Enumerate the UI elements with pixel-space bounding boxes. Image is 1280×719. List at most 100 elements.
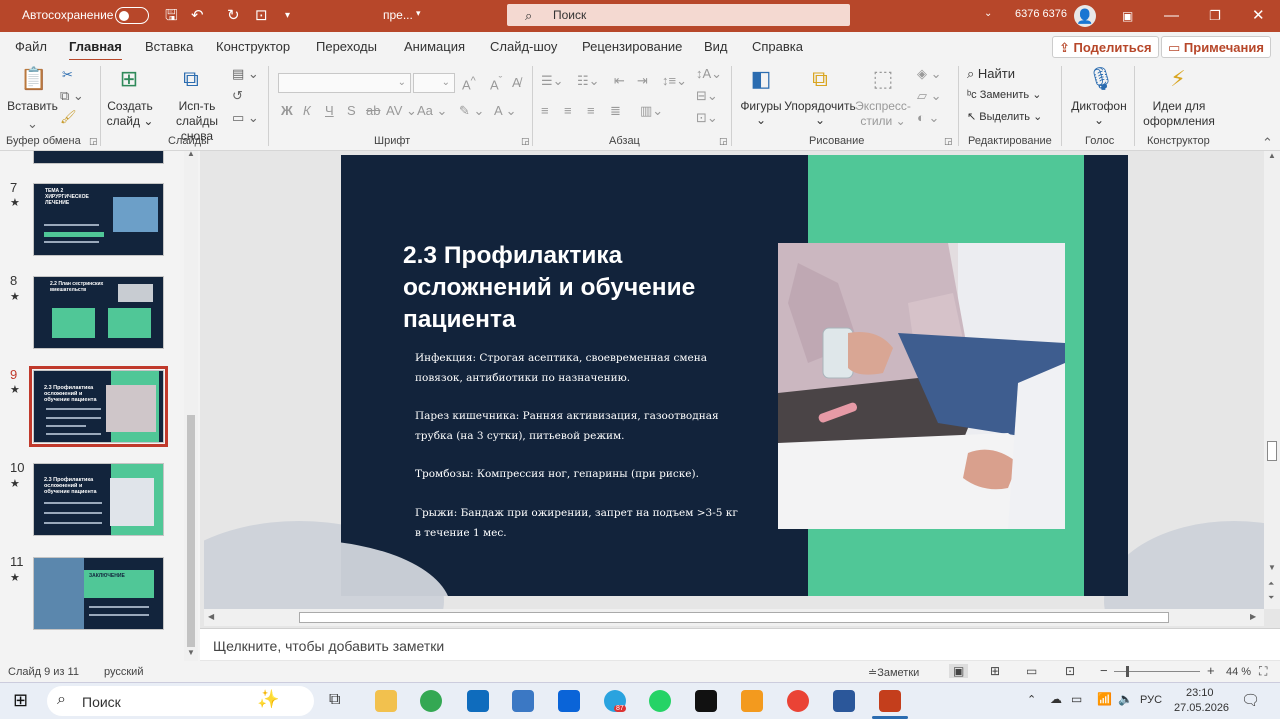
user-name[interactable]: 6376 6376 (1015, 8, 1067, 20)
format-painter-icon[interactable]: 🖌 (60, 109, 77, 125)
highlight-icon[interactable]: ✎ ⌄ (459, 103, 484, 119)
quick-styles-icon[interactable]: ⬚ (868, 66, 898, 92)
editor-vertical-scrollbar[interactable]: ▲ ▼ ⏶ ⏷ (1264, 151, 1280, 609)
font-shrink-icon[interactable]: Aˇ (490, 75, 502, 92)
app-icon[interactable] (695, 690, 717, 712)
align-right-icon[interactable]: ≡ (587, 103, 595, 118)
microphone-icon[interactable]: 🎙 (1087, 66, 1115, 92)
collapse-ribbon-icon[interactable]: ⌃ (1262, 135, 1273, 151)
char-spacing-icon[interactable]: AV ⌄ (386, 103, 417, 119)
arrange-icon[interactable]: ⧉ (805, 66, 835, 92)
previous-slide-icon[interactable]: ⏶ (1268, 579, 1274, 589)
dialog-launcher-icon[interactable]: ◲ (89, 136, 98, 147)
whatsapp-icon[interactable] (649, 690, 671, 712)
taskbar-search-box[interactable]: ⌕ Поиск ✨ (47, 686, 314, 716)
align-left-icon[interactable]: ≡ (541, 103, 549, 118)
notes-placeholder[interactable]: Щелкните, чтобы добавить заметки (213, 638, 444, 654)
store-icon[interactable] (467, 690, 489, 712)
designer-button[interactable]: Идеи для оформления (1140, 99, 1218, 129)
patient-photo[interactable] (778, 243, 1065, 529)
text-direction-icon[interactable]: ↕A⌄ (696, 66, 722, 82)
minimize-icon[interactable]: — (1164, 6, 1179, 26)
onedrive-icon[interactable]: ☁ (1050, 692, 1062, 706)
replace-button[interactable]: ᵇc Заменить ⌄ (967, 88, 1041, 101)
slide-editing-area[interactable]: 2.3 Профилактика осложнений и обучение п… (204, 151, 1264, 609)
reset-icon[interactable]: ↺ (232, 88, 243, 104)
thumbnails-scrollbar[interactable]: ▲ ▼ (184, 149, 198, 661)
tab-file[interactable]: Файл (15, 39, 47, 54)
slide-sorter-icon[interactable]: ⊞ (990, 664, 1000, 678)
notes-toggle-button[interactable]: ≐Заметки (868, 666, 919, 679)
shapes-button[interactable]: Фигуры ⌄ (738, 99, 784, 127)
undo-icon[interactable]: ↶ (191, 6, 204, 26)
close-icon[interactable]: ✕ (1252, 6, 1265, 26)
indent-decrease-icon[interactable]: ⇤ (614, 73, 625, 89)
new-slide-icon[interactable]: ⊞ (115, 66, 143, 92)
shadow-icon[interactable]: S (347, 103, 356, 118)
notes-pane[interactable]: Щелкните, чтобы добавить заметки (200, 628, 1280, 660)
slide-thumbnail-7[interactable]: ТЕМА 2 ХИРУРГИЧЕСКОЕ ЛЕЧЕНИЕ (33, 183, 164, 256)
clock-date[interactable]: 27.05.2026 (1174, 702, 1229, 714)
present-icon[interactable]: ⊡ (255, 6, 268, 26)
align-center-icon[interactable]: ≡ (564, 103, 572, 118)
save-icon[interactable]: 🖫 (165, 6, 178, 26)
cut-icon[interactable]: ✂ (62, 67, 73, 83)
restore-icon[interactable]: ❐ (1209, 6, 1221, 26)
slideshow-icon[interactable]: ⊡ (1065, 664, 1075, 678)
scroll-down-icon[interactable]: ▼ (187, 648, 195, 657)
justify-icon[interactable]: ≣ (610, 103, 621, 119)
slide-thumbnail-11[interactable]: ЗАКЛЮЧЕНИЕ (33, 557, 164, 630)
next-slide-icon[interactable]: ⏷ (1268, 593, 1274, 603)
volume-icon[interactable]: 🔈 (1118, 692, 1133, 706)
file-explorer-icon[interactable] (375, 690, 397, 712)
sublime-icon[interactable] (741, 690, 763, 712)
scrollbar-thumb[interactable] (187, 415, 195, 647)
tab-help[interactable]: Справка (752, 39, 803, 54)
windows-start-icon[interactable]: ⊞ (13, 690, 28, 711)
select-button[interactable]: ↖ Выделить ⌄ (967, 110, 1042, 123)
new-slide-button[interactable]: Создать слайд ⌄ (105, 99, 155, 129)
autosave-toggle[interactable] (115, 7, 149, 24)
comments-button[interactable]: ▭ Примечания (1161, 36, 1271, 58)
tab-design[interactable]: Конструктор (216, 39, 290, 54)
outlook-icon[interactable] (558, 690, 580, 712)
slide-title[interactable]: 2.3 Профилактика осложнений и обучение п… (403, 240, 733, 336)
powerpoint-icon[interactable] (879, 690, 901, 712)
scrollbar-thumb[interactable] (1267, 441, 1277, 461)
app-icon[interactable] (512, 690, 534, 712)
dialog-launcher-icon[interactable]: ◲ (944, 136, 953, 147)
dialog-launcher-icon[interactable]: ◲ (521, 136, 530, 147)
zoom-slider-handle[interactable] (1126, 666, 1129, 677)
redo-icon[interactable]: ↻ (227, 6, 240, 26)
zoom-in-icon[interactable]: + (1207, 663, 1215, 678)
normal-view-icon[interactable]: ▣ (949, 664, 969, 678)
shape-outline-icon[interactable]: ▱ ⌄ (917, 88, 942, 104)
tab-review[interactable]: Рецензирование (582, 39, 682, 54)
underline-icon[interactable]: Ч (325, 103, 334, 118)
paste-icon[interactable]: 📋 (20, 66, 47, 92)
font-grow-icon[interactable]: A^ (462, 75, 476, 92)
tab-view[interactable]: Вид (704, 39, 728, 54)
bullet-infection[interactable]: Инфекция: Строгая асептика, своевременна… (415, 349, 750, 388)
zoom-level[interactable]: 44 % (1226, 666, 1251, 678)
slide-thumbnail-8[interactable]: 2.2 План сестринских вмешательств (33, 276, 164, 349)
clear-format-icon[interactable]: A̸ (512, 75, 521, 90)
chrome-icon[interactable] (787, 690, 809, 712)
strikethrough-icon[interactable]: ab (366, 103, 380, 118)
bullet-hernia[interactable]: Грыжи: Бандаж при ожирении, запрет на по… (415, 504, 740, 543)
arrange-button[interactable]: Упорядочить ⌄ (784, 99, 856, 127)
notification-icon[interactable]: 🗨 (1241, 691, 1260, 709)
share-button[interactable]: ⇪ Поделиться (1052, 36, 1159, 58)
quick-styles-button[interactable]: Экспресс-стили ⌄ (852, 99, 914, 129)
chevron-down-icon[interactable]: ⌄ (984, 8, 992, 19)
designer-icon[interactable]: ⚡ (1163, 66, 1193, 92)
tab-insert[interactable]: Вставка (145, 39, 193, 54)
tab-transitions[interactable]: Переходы (316, 39, 377, 54)
align-text-icon[interactable]: ⊟⌄ (696, 88, 718, 104)
fit-to-window-icon[interactable]: ⛶ (1259, 664, 1267, 679)
search-box[interactable]: ⌕ Поиск (507, 4, 850, 26)
language-indicator[interactable]: русский (104, 666, 143, 678)
change-case-icon[interactable]: Aa ⌄ (417, 103, 447, 119)
bullets-icon[interactable]: ☰⌄ (541, 73, 564, 89)
battery-icon[interactable]: ▭ (1071, 692, 1082, 706)
